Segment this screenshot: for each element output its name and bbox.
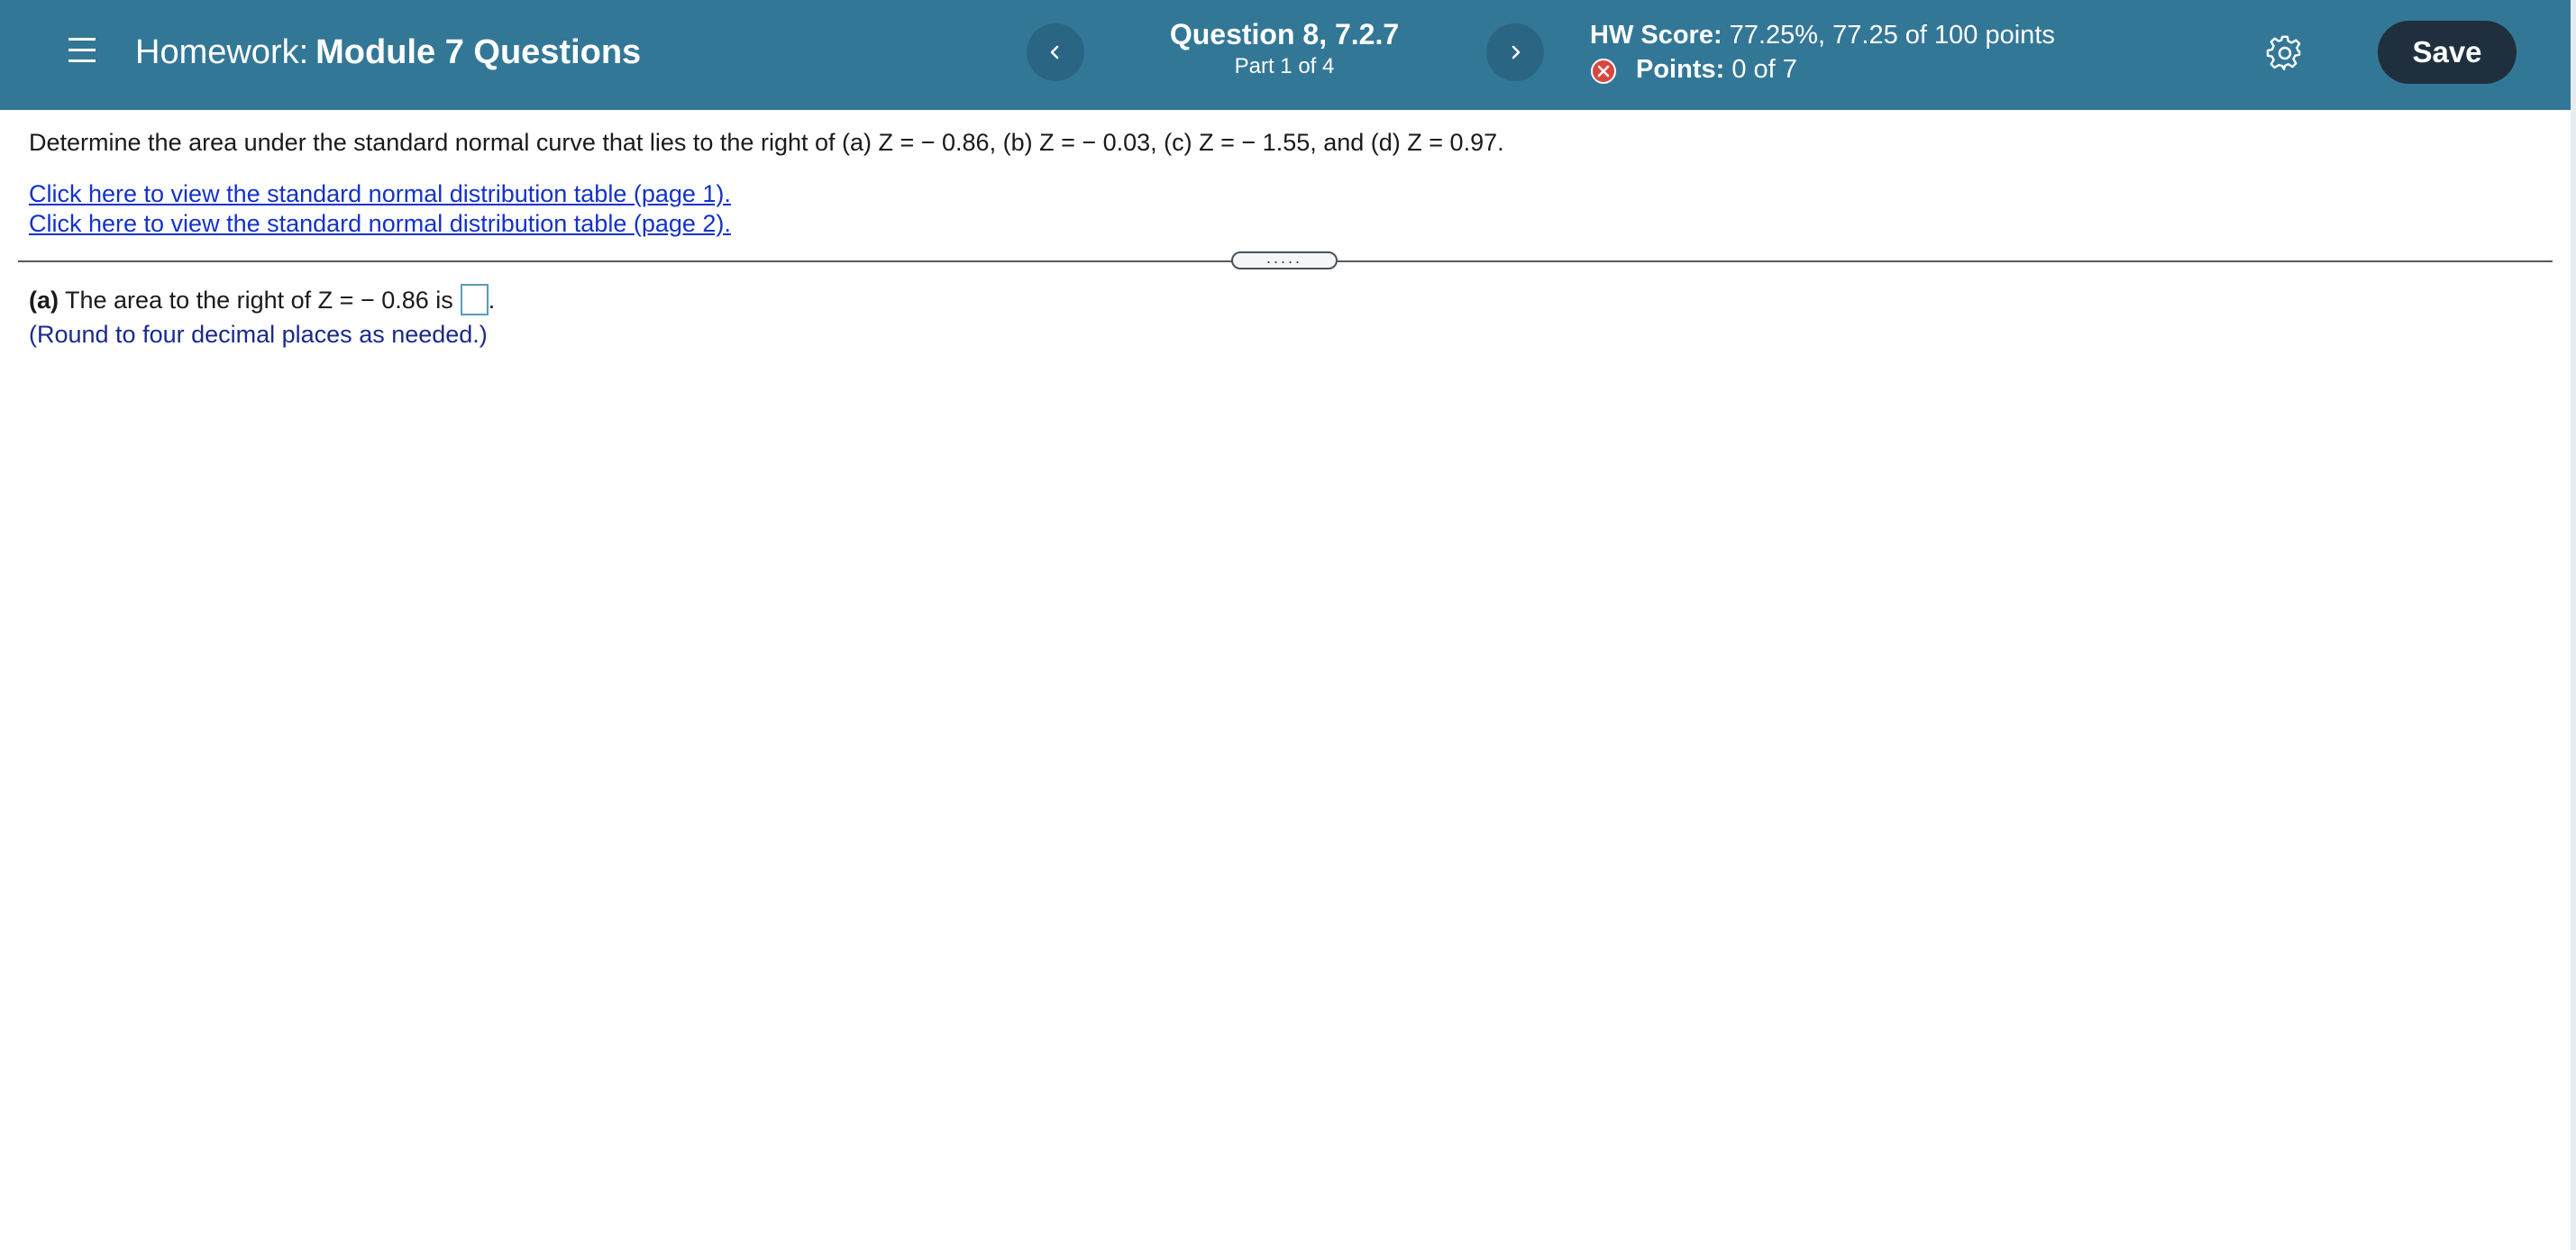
answer-part-a: (a) The area to the right of Z = − 0.86 … <box>29 283 495 317</box>
homework-label: Homework: <box>135 33 309 71</box>
normal-table-link-page-1[interactable]: Click here to view the standard normal d… <box>29 179 731 209</box>
question-indicator: Question 8, 7.2.7 Part 1 of 4 <box>1104 16 1465 81</box>
homework-name: Module 7 Questions <box>315 33 642 71</box>
points-label: Points: <box>1636 55 1725 84</box>
question-part: Part 1 of 4 <box>1234 54 1335 78</box>
answer-suffix: . <box>488 287 496 314</box>
resize-grip[interactable]: ..... <box>1231 250 1338 269</box>
homework-title: Homework: Module 7 Questions <box>135 32 641 72</box>
points-value: 0 of 7 <box>1731 55 1797 84</box>
points-row: Points: 0 of 7 <box>1590 52 2055 87</box>
homework-page: Homework: Module 7 Questions Question 8, … <box>0 0 2576 1250</box>
chevron-left-icon <box>1050 45 1059 59</box>
question-prompt: Determine the area under the standard no… <box>29 129 1504 156</box>
hamburger-menu-icon[interactable] <box>65 32 105 70</box>
normal-table-link-page-2[interactable]: Click here to view the standard normal d… <box>29 209 731 239</box>
rounding-hint: (Round to four decimal places as needed.… <box>29 321 488 348</box>
answer-input[interactable] <box>460 284 489 315</box>
question-title: Question 8, 7.2.7 <box>1169 18 1400 50</box>
save-button[interactable]: Save <box>2378 21 2517 84</box>
previous-question-button[interactable] <box>1027 23 1084 81</box>
hw-score-value: 77.25%, 77.25 of 100 points <box>1729 21 2055 50</box>
answer-text: The area to the right of Z = − 0.86 is <box>65 287 453 314</box>
page-scroll-edge <box>2571 0 2576 1250</box>
gear-icon <box>2266 35 2301 71</box>
chevron-right-icon <box>1512 45 1521 59</box>
next-question-button[interactable] <box>1486 23 1544 81</box>
part-label: (a) <box>29 287 59 314</box>
settings-button[interactable] <box>2266 34 2304 72</box>
hw-score-label: HW Score: <box>1590 21 1722 50</box>
top-bar: Homework: Module 7 Questions Question 8, … <box>0 0 2571 110</box>
x-circle-icon <box>1591 59 1616 84</box>
score-panel: HW Score: 77.25%, 77.25 of 100 points Po… <box>1590 18 2055 87</box>
hw-score-row: HW Score: 77.25%, 77.25 of 100 points <box>1590 18 2055 52</box>
